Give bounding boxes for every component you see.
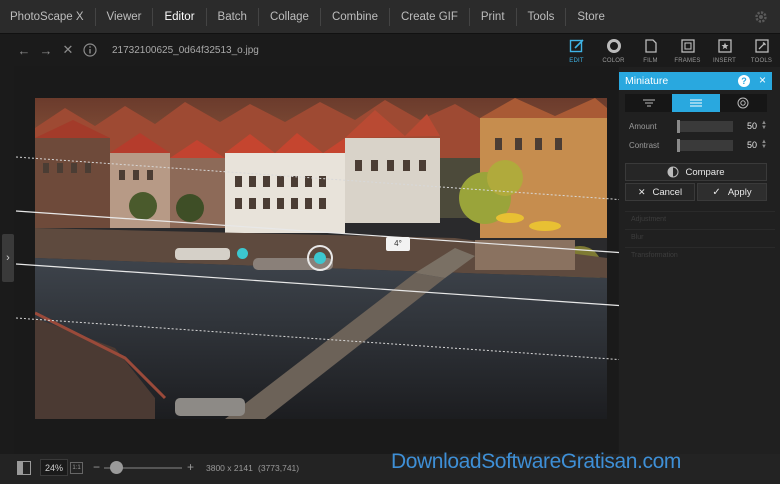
cursor-coordinates: (3773,741): [258, 463, 300, 473]
tab-color-label: COLOR: [602, 58, 625, 64]
panel-header: Miniature ? ×: [619, 72, 772, 90]
menu-print[interactable]: Print: [468, 7, 516, 26]
film-icon: [644, 39, 657, 53]
tab-edit-label: EDIT: [569, 58, 584, 64]
watermark-text: DownloadSoftwareGratisan.com: [391, 450, 681, 473]
amount-slider[interactable]: [677, 119, 733, 133]
miniature-mode-selector: [625, 94, 767, 112]
info-icon[interactable]: [82, 42, 98, 58]
insert-icon: [717, 39, 732, 53]
expand-left-panel-button[interactable]: ›: [2, 234, 14, 282]
back-arrow-icon[interactable]: ←: [16, 42, 32, 58]
center-handle[interactable]: [307, 245, 333, 271]
section-transformation[interactable]: Transformation: [625, 247, 775, 263]
panel-toggle-icon[interactable]: [17, 461, 31, 475]
tab-edit[interactable]: EDIT: [558, 35, 595, 67]
menu-editor[interactable]: Editor: [152, 7, 205, 26]
tab-color[interactable]: COLOR: [595, 35, 632, 67]
image-dimensions: 3800 x 2141: [206, 463, 253, 473]
forward-arrow-icon[interactable]: →: [38, 42, 54, 58]
linear-top-icon: [642, 99, 655, 107]
cancel-label: Cancel: [652, 186, 683, 198]
file-bar: ← → ✕ 21732100625_0d64f32513_o.jpg: [0, 35, 560, 65]
contrast-value[interactable]: 50: [739, 140, 757, 150]
tools-icon: [754, 39, 769, 53]
amount-value[interactable]: 50: [739, 121, 757, 131]
menu-collage[interactable]: Collage: [257, 7, 320, 26]
tab-insert-label: INSERT: [712, 58, 737, 64]
frames-icon: [680, 39, 695, 53]
section-blur[interactable]: Blur: [625, 229, 775, 245]
contrast-slider-thumb[interactable]: [677, 138, 680, 152]
menu-viewer[interactable]: Viewer: [94, 7, 153, 26]
zoom-in-button[interactable]: +: [187, 460, 194, 474]
menu-store[interactable]: Store: [565, 7, 616, 26]
contrast-slider-row: Contrast 50 ▲ ▼: [629, 138, 771, 152]
zoom-input[interactable]: 24%: [40, 459, 68, 476]
adjustment-label: Adjustment: [631, 216, 667, 223]
contrast-slider[interactable]: [677, 138, 733, 152]
menu-photoscape-x[interactable]: PhotoScape X: [0, 8, 95, 26]
compare-button[interactable]: Compare: [625, 163, 767, 181]
gear-icon[interactable]: [754, 10, 768, 24]
tool-tabs: EDIT COLOR FILM FRAMES INSERT TOOLS: [558, 35, 780, 67]
section-adjustment[interactable]: Adjustment: [625, 211, 775, 227]
tab-film-label: FILM: [643, 58, 658, 64]
amount-label: Amount: [629, 121, 657, 131]
file-name: 21732100625_0d64f32513_o.jpg: [112, 44, 259, 56]
menu-combine[interactable]: Combine: [319, 7, 389, 26]
angle-indicator: 4°: [386, 237, 410, 251]
contrast-label: Contrast: [629, 140, 660, 150]
menu-batch[interactable]: Batch: [205, 7, 258, 26]
apply-label: Apply: [727, 186, 752, 198]
actual-size-button[interactable]: 1:1: [70, 462, 83, 474]
transformation-label: Transformation: [631, 252, 678, 259]
close-icon[interactable]: ×: [759, 73, 766, 87]
cancel-x-icon: ✕: [637, 186, 646, 197]
contrast-stepper-icon[interactable]: ▲ ▼: [761, 139, 767, 150]
amount-stepper-icon[interactable]: ▲ ▼: [761, 120, 767, 131]
compare-label: Compare: [685, 166, 725, 178]
rotate-handle[interactable]: [237, 248, 248, 259]
amount-slider-thumb[interactable]: [677, 119, 680, 133]
zoom-out-button[interactable]: −: [93, 460, 100, 474]
panel-title: Miniature: [625, 75, 669, 87]
menu-tools[interactable]: Tools: [515, 7, 566, 26]
radial-icon: [737, 97, 749, 109]
tab-frames[interactable]: FRAMES: [669, 35, 706, 67]
tab-tools-label: TOOLS: [750, 58, 773, 64]
mode-linear-band[interactable]: [672, 94, 720, 112]
linear-band-icon: [689, 99, 702, 107]
tab-tools[interactable]: TOOLS: [743, 35, 780, 67]
menu-bar: PhotoScape X Viewer Editor Batch Collage…: [0, 0, 780, 34]
tab-frames-label: FRAMES: [674, 58, 701, 64]
tab-film[interactable]: FILM: [632, 35, 669, 67]
mode-radial[interactable]: [720, 94, 767, 112]
blur-label: Blur: [631, 234, 644, 241]
edit-icon: [569, 39, 584, 53]
mode-linear-top[interactable]: [625, 94, 672, 112]
apply-button[interactable]: ✓ Apply: [697, 183, 767, 201]
checkmark-icon: ✓: [712, 186, 721, 198]
miniature-panel: Miniature ? × Amount 50 ▲ ▼ Contrast 50 …: [619, 67, 780, 462]
color-icon: [606, 39, 621, 53]
tab-insert[interactable]: INSERT: [706, 35, 743, 67]
amount-slider-row: Amount 50 ▲ ▼: [629, 119, 771, 133]
cancel-button[interactable]: ✕ Cancel: [625, 183, 695, 201]
close-file-icon[interactable]: ✕: [60, 42, 76, 58]
menu-create-gif[interactable]: Create GIF: [388, 7, 469, 26]
help-icon[interactable]: ?: [738, 75, 750, 87]
compare-icon: [667, 166, 679, 178]
zoom-slider-thumb[interactable]: [110, 461, 123, 474]
